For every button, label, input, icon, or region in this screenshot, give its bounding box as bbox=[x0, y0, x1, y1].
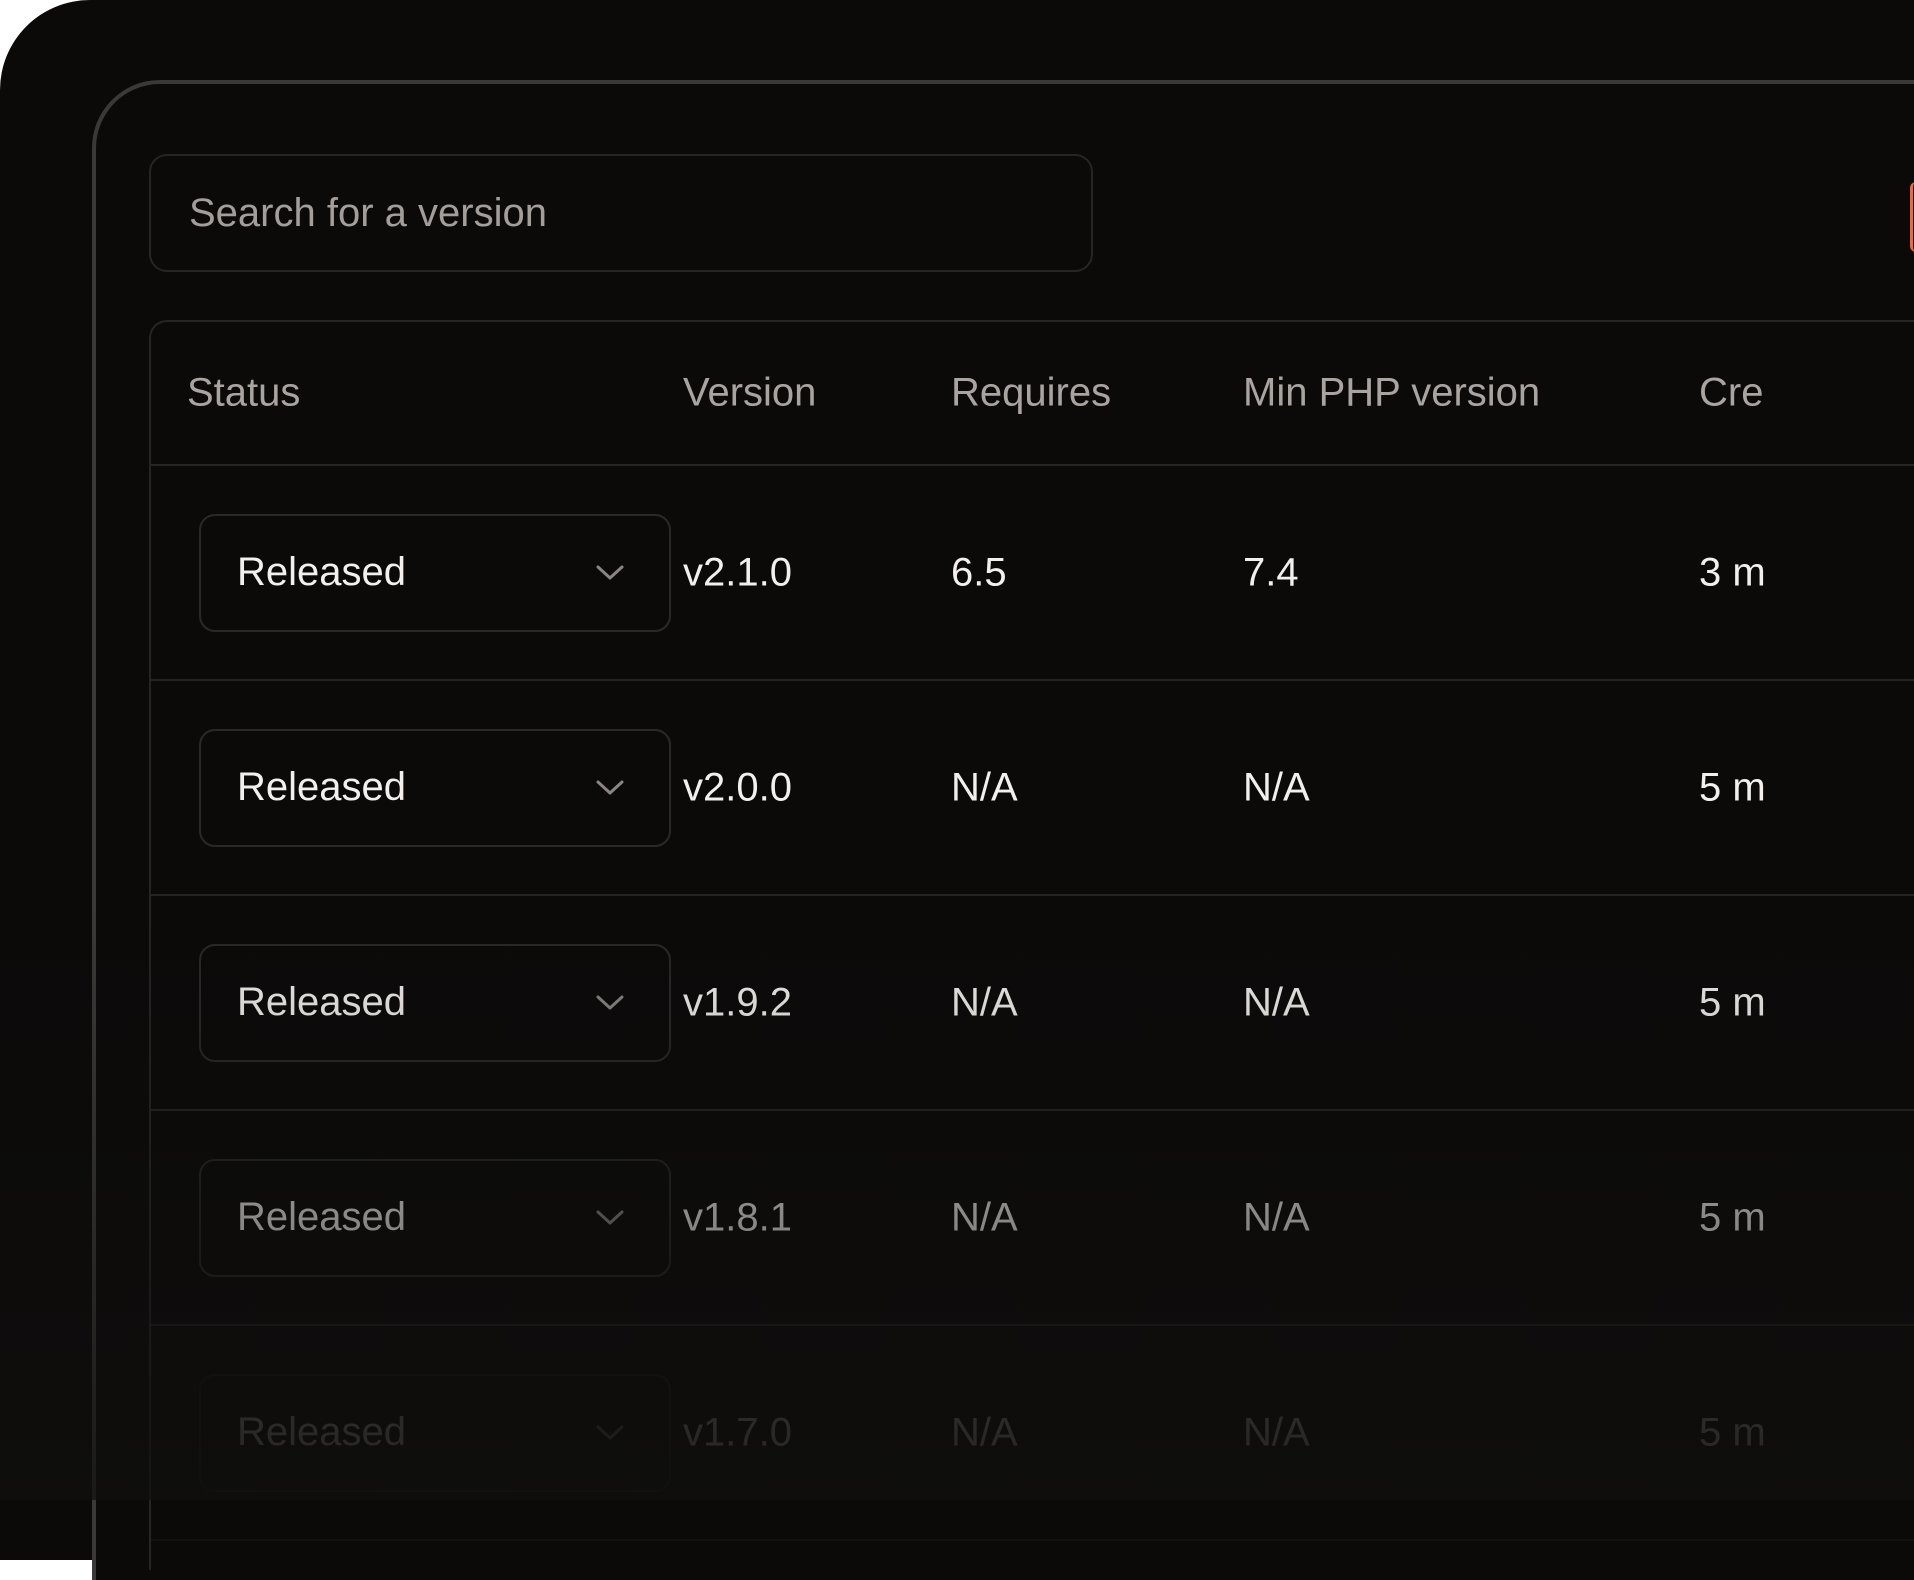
version-cell: v1.8.1 bbox=[683, 1195, 792, 1239]
created-cell: 5 m bbox=[1699, 980, 1766, 1024]
status-select[interactable]: Released bbox=[199, 1158, 671, 1277]
versions-table: Status Version Requires Min PHP version … bbox=[149, 320, 1914, 1570]
search-input[interactable] bbox=[187, 189, 1091, 237]
status-select[interactable]: Released bbox=[199, 1373, 671, 1492]
chevron-down-icon bbox=[596, 1210, 624, 1224]
version-cell: v1.7.0 bbox=[683, 1410, 792, 1454]
table-header: Status Version Requires Min PHP version … bbox=[151, 322, 1914, 466]
chevron-down-icon bbox=[596, 565, 624, 579]
min-php-cell: N/A bbox=[1243, 1195, 1310, 1239]
version-cell: v2.1.0 bbox=[683, 550, 792, 594]
requires-cell: N/A bbox=[951, 765, 1018, 809]
header-created[interactable]: Cre bbox=[1699, 371, 1763, 416]
status-select-value: Released bbox=[237, 765, 407, 809]
status-select-value: Released bbox=[237, 980, 407, 1024]
table-row: Released v1.9.2 N/A N/A 5 m bbox=[151, 896, 1914, 1111]
min-php-cell: 7.4 bbox=[1243, 550, 1299, 594]
status-select-value: Released bbox=[237, 550, 407, 594]
created-cell: 3 m bbox=[1699, 550, 1766, 594]
status-select-value: Released bbox=[237, 1410, 407, 1454]
primary-action-button[interactable] bbox=[1910, 182, 1914, 252]
header-min-php[interactable]: Min PHP version bbox=[1243, 371, 1540, 416]
table-row: Released v2.0.0 N/A N/A 5 m bbox=[151, 681, 1914, 896]
requires-cell: N/A bbox=[951, 980, 1018, 1024]
min-php-cell: N/A bbox=[1243, 980, 1310, 1024]
min-php-cell: N/A bbox=[1243, 765, 1310, 809]
search-field[interactable] bbox=[149, 154, 1093, 272]
status-select-value: Released bbox=[237, 1195, 407, 1239]
requires-cell: N/A bbox=[951, 1410, 1018, 1454]
status-select[interactable]: Released bbox=[199, 728, 671, 847]
min-php-cell: N/A bbox=[1243, 1410, 1310, 1454]
header-version[interactable]: Version bbox=[683, 371, 816, 416]
requires-cell: N/A bbox=[951, 1195, 1018, 1239]
created-cell: 5 m bbox=[1699, 1195, 1766, 1239]
requires-cell: 6.5 bbox=[951, 550, 1007, 594]
status-select[interactable]: Released bbox=[199, 513, 671, 632]
chevron-down-icon bbox=[596, 995, 624, 1009]
chevron-down-icon bbox=[596, 1425, 624, 1439]
header-status[interactable]: Status bbox=[187, 371, 300, 416]
version-cell: v2.0.0 bbox=[683, 765, 792, 809]
created-cell: 5 m bbox=[1699, 765, 1766, 809]
table-row: Released v1.7.0 N/A N/A 5 m bbox=[151, 1326, 1914, 1541]
table-row: Released v2.1.0 6.5 7.4 3 m bbox=[151, 466, 1914, 681]
header-requires[interactable]: Requires bbox=[951, 371, 1111, 416]
version-cell: v1.9.2 bbox=[683, 980, 792, 1024]
status-select[interactable]: Released bbox=[199, 943, 671, 1062]
chevron-down-icon bbox=[596, 780, 624, 794]
created-cell: 5 m bbox=[1699, 1410, 1766, 1454]
table-row: Released v1.8.1 N/A N/A 5 m bbox=[151, 1111, 1914, 1326]
